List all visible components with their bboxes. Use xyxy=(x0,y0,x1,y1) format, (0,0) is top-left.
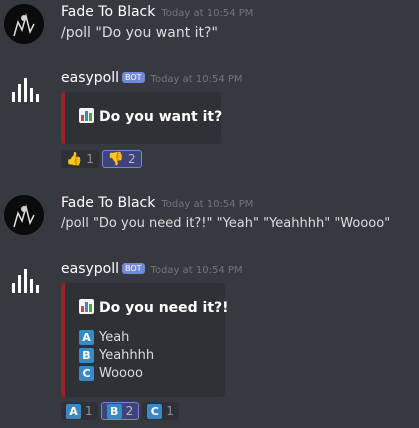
user-avatar[interactable] xyxy=(4,4,44,44)
embed-title: Do you want it? xyxy=(79,108,222,125)
message-header: easypoll BOT Today at 10:54 PM xyxy=(61,70,243,86)
reaction-b[interactable]: B 2 xyxy=(100,402,140,420)
bot-avatar[interactable] xyxy=(4,70,44,110)
letter-b-icon: B xyxy=(106,403,122,419)
author-name[interactable]: easypoll xyxy=(61,261,119,277)
reaction-thumbs-down[interactable]: 👎 2 xyxy=(101,150,142,168)
reaction-count: 1 xyxy=(86,152,94,166)
message-bot-2: easypoll BOT Today at 10:54 PM Do you need… xyxy=(0,261,419,425)
bot-avatar[interactable] xyxy=(4,261,44,301)
letter-c-icon: C xyxy=(147,403,163,419)
reaction-count: 1 xyxy=(85,404,93,418)
message-header: easypoll BOT Today at 10:54 PM xyxy=(61,261,243,277)
letter-b-icon: B xyxy=(79,348,94,363)
poll-option: C Woooo xyxy=(79,366,143,381)
message-user-2: Fade To Black Today at 10:54 PM /poll "Do… xyxy=(0,195,419,239)
timestamp: Today at 10:54 PM xyxy=(161,199,254,210)
message-content: /poll "Do you want it?" xyxy=(61,25,218,41)
author-name[interactable]: Fade To Black xyxy=(61,4,155,20)
timestamp: Today at 10:54 PM xyxy=(150,74,243,85)
bar-chart-icon xyxy=(79,299,94,314)
bot-tag: BOT xyxy=(122,263,145,274)
user-avatar[interactable] xyxy=(4,195,44,235)
letter-a-icon: A xyxy=(79,330,94,345)
thumbs-up-icon: 👍 xyxy=(66,151,83,167)
message-bot-1: easypoll BOT Today at 10:54 PM Do you want… xyxy=(0,70,419,176)
author-name[interactable]: easypoll xyxy=(61,70,119,86)
bot-tag: BOT xyxy=(122,72,145,83)
reactions-bar: A 1 B 2 C 1 xyxy=(61,402,179,420)
reaction-count: 1 xyxy=(166,404,174,418)
reactions-bar: 👍 1 👎 2 xyxy=(61,150,142,168)
reaction-a[interactable]: A 1 xyxy=(61,402,98,420)
poll-embed: Do you need it?! A Yeah B Yeahhhh C Woooo xyxy=(61,283,229,397)
equalizer-icon xyxy=(12,78,39,102)
reaction-count: 2 xyxy=(128,152,136,166)
bar-chart-icon xyxy=(79,108,94,123)
thumbs-down-icon: 👎 xyxy=(107,151,125,167)
poll-option: A Yeah xyxy=(79,330,129,345)
poll-embed: Do you want it? xyxy=(61,92,222,144)
message-header: Fade To Black Today at 10:54 PM xyxy=(61,195,253,211)
letter-c-icon: C xyxy=(79,366,94,381)
timestamp: Today at 10:54 PM xyxy=(161,8,254,19)
letter-a-icon: A xyxy=(66,403,81,419)
message-content: /poll "Do you need it?!" "Yeah" "Yeahhhh… xyxy=(61,216,391,231)
author-name[interactable]: Fade To Black xyxy=(61,195,155,211)
poll-option: B Yeahhhh xyxy=(79,348,154,363)
message-header: Fade To Black Today at 10:54 PM xyxy=(61,4,253,20)
embed-title: Do you need it?! xyxy=(79,299,229,316)
reaction-thumbs-up[interactable]: 👍 1 xyxy=(61,150,99,168)
message-user-1: Fade To Black Today at 10:54 PM /poll "Do… xyxy=(0,4,419,48)
equalizer-icon xyxy=(12,269,39,293)
reaction-count: 2 xyxy=(125,404,134,418)
timestamp: Today at 10:54 PM xyxy=(150,265,243,276)
reaction-c[interactable]: C 1 xyxy=(142,402,179,420)
